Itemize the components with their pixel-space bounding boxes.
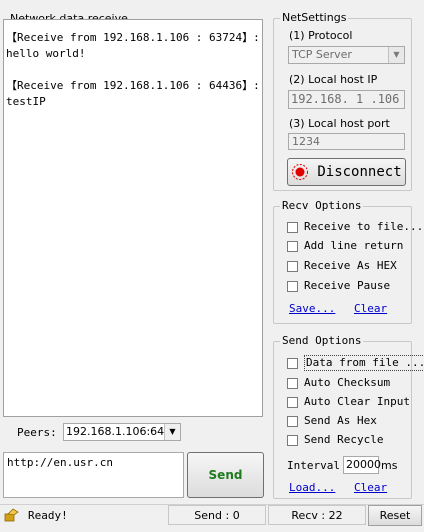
protocol-select[interactable]: TCP Server ▼ xyxy=(288,46,405,64)
chevron-down-icon[interactable]: ▼ xyxy=(388,47,404,63)
send-recycle-checkbox[interactable] xyxy=(287,434,298,446)
host-ip-field[interactable]: 192.168. 1 .106 xyxy=(288,90,405,109)
add-line-return-checkbox[interactable] xyxy=(287,240,298,252)
auto-checksum-checkbox[interactable] xyxy=(287,377,298,389)
send-options-title: Send Options xyxy=(280,334,364,348)
auto-clear-input-checkbox[interactable] xyxy=(287,396,298,408)
recv-as-hex-option[interactable]: Receive As HEX xyxy=(287,258,397,274)
recv-as-hex-label: Receive As HEX xyxy=(304,259,397,272)
protocol-label: (1) Protocol xyxy=(289,29,353,42)
disconnect-label: Disconnect xyxy=(317,164,402,180)
auto-checksum-option[interactable]: Auto Checksum xyxy=(287,375,390,391)
auto-checksum-label: Auto Checksum xyxy=(304,376,391,389)
data-from-file-option[interactable]: Data from file ... xyxy=(287,355,424,371)
protocol-value: TCP Server xyxy=(292,48,352,61)
data-from-file-label: Data from file ... xyxy=(304,355,424,371)
recv-count: Recv : 22 xyxy=(268,505,366,525)
disconnect-button[interactable]: Disconnect xyxy=(287,158,406,186)
recv-to-file-checkbox[interactable] xyxy=(287,221,298,233)
chevron-down-icon[interactable]: ▼ xyxy=(164,424,180,440)
send-button-label: Send xyxy=(208,468,243,482)
receive-textarea[interactable]: 【Receive from 192.168.1.106 : 63724】: he… xyxy=(3,19,263,417)
net-settings-title: NetSettings xyxy=(280,11,349,25)
add-line-return-option[interactable]: Add line return xyxy=(287,238,403,254)
send-recycle-label: Send Recycle xyxy=(304,433,384,446)
interval-label: Interval xyxy=(287,459,340,472)
auto-clear-input-option[interactable]: Auto Clear Input xyxy=(287,394,410,410)
recv-to-file-label: Receive to file... xyxy=(304,220,424,233)
recv-pause-label: Receive Pause xyxy=(304,279,391,292)
host-port-field[interactable]: 1234 xyxy=(288,133,405,150)
status-ready-text: Ready! xyxy=(28,509,68,522)
recv-as-hex-checkbox[interactable] xyxy=(287,260,298,272)
peers-label: Peers: xyxy=(17,426,57,439)
send-as-hex-checkbox[interactable] xyxy=(287,415,298,427)
send-recycle-option[interactable]: Send Recycle xyxy=(287,432,383,448)
send-clear-link[interactable]: Clear xyxy=(354,481,387,494)
recv-clear-link[interactable]: Clear xyxy=(354,302,387,315)
peers-value: 192.168.1.106:6443 xyxy=(66,425,179,438)
send-load-link[interactable]: Load... xyxy=(289,481,335,494)
host-ip-label: (2) Local host IP xyxy=(289,73,378,86)
data-from-file-checkbox[interactable] xyxy=(287,357,298,369)
recv-save-link[interactable]: Save... xyxy=(289,302,335,315)
send-as-hex-option[interactable]: Send As Hex xyxy=(287,413,377,429)
reset-button[interactable]: Reset xyxy=(368,505,422,526)
peers-select[interactable]: 192.168.1.106:6443 ▼ xyxy=(63,423,181,441)
auto-clear-input-label: Auto Clear Input xyxy=(304,395,410,408)
recv-pause-option[interactable]: Receive Pause xyxy=(287,278,390,294)
add-line-return-label: Add line return xyxy=(304,239,404,252)
recv-pause-checkbox[interactable] xyxy=(287,280,298,292)
recv-options-title: Recv Options xyxy=(280,199,364,213)
send-button[interactable]: Send xyxy=(187,452,264,498)
send-input[interactable]: http://en.usr.cn xyxy=(3,452,184,498)
host-port-label: (3) Local host port xyxy=(289,117,390,130)
ready-icon xyxy=(4,508,20,522)
send-count: Send : 0 xyxy=(168,505,266,525)
interval-unit: ms xyxy=(381,459,398,472)
send-as-hex-label: Send As Hex xyxy=(304,414,377,427)
record-icon xyxy=(291,163,309,181)
recv-to-file-option[interactable]: Receive to file... xyxy=(287,219,423,235)
interval-field[interactable]: 20000 xyxy=(343,456,381,474)
reset-button-label: Reset xyxy=(379,509,411,522)
